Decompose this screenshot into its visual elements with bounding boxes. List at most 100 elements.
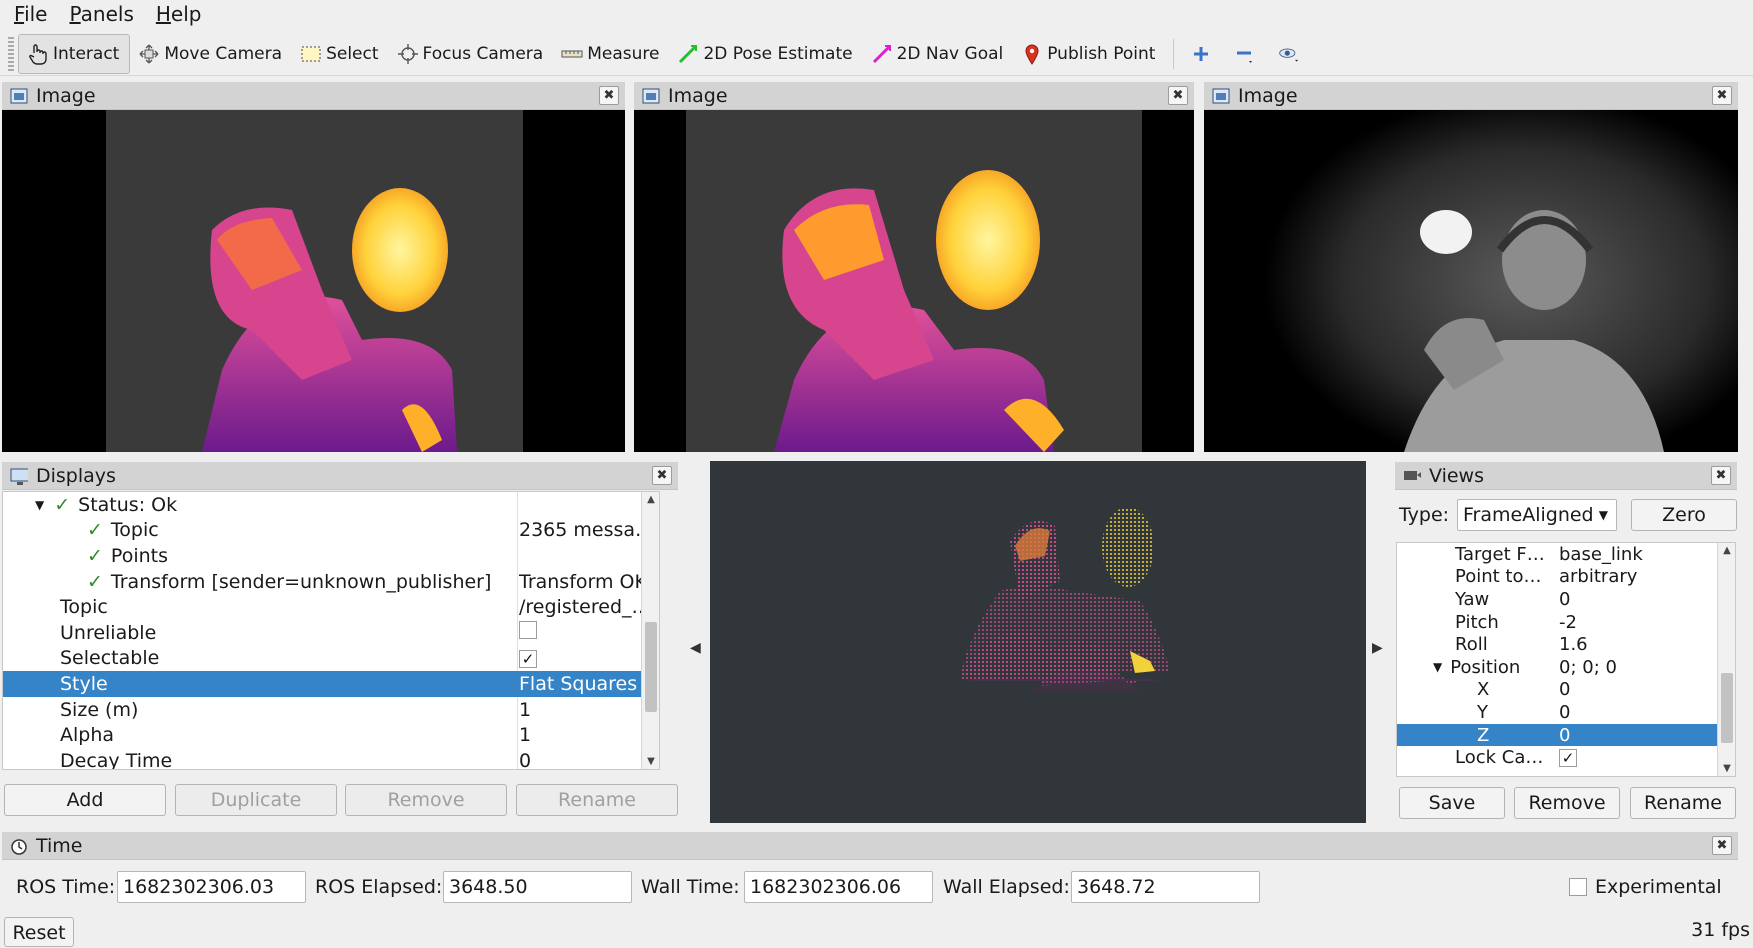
- move-camera-tool-button[interactable]: Move Camera: [130, 34, 292, 74]
- ros-elapsed-field[interactable]: 3648.50: [443, 871, 632, 903]
- measure-label: Measure: [587, 43, 660, 64]
- experimental-checkbox[interactable]: [1569, 878, 1587, 896]
- zero-button[interactable]: Zero: [1631, 499, 1737, 531]
- row-name: Transform [sender=unknown_publisher]: [110, 570, 492, 593]
- point-towards-value[interactable]: arbitrary: [1559, 566, 1714, 587]
- panels-visibility-button[interactable]: [1270, 34, 1314, 74]
- scroll-up-icon[interactable]: ▲: [1721, 545, 1733, 556]
- position-y-value[interactable]: 0: [1559, 702, 1714, 723]
- tree-row[interactable]: Decay Time 0: [3, 748, 659, 769]
- tree-row[interactable]: ▼ Position 0; 0; 0: [1397, 656, 1735, 679]
- tree-row[interactable]: Topic /registered_…: [3, 594, 659, 620]
- menu-panels[interactable]: Panels: [55, 2, 141, 26]
- nav-goal-tool-button[interactable]: 2D Nav Goal: [863, 34, 1014, 74]
- tree-row[interactable]: Y0: [1397, 701, 1735, 724]
- tree-row[interactable]: Size (m) 1: [3, 697, 659, 723]
- close-icon[interactable]: ✖: [599, 86, 619, 105]
- position-value[interactable]: 0; 0; 0: [1559, 657, 1714, 678]
- pose-estimate-tool-button[interactable]: 2D Pose Estimate: [669, 34, 862, 74]
- tree-row[interactable]: Target F… base_link: [1397, 543, 1735, 566]
- pitch-value[interactable]: -2: [1559, 612, 1714, 633]
- collapse-left-arrow-icon[interactable]: ◀: [690, 640, 701, 656]
- wall-elapsed-label: Wall Elapsed:: [943, 876, 1070, 898]
- selectable-checkbox[interactable]: ✓: [519, 650, 537, 669]
- tree-row[interactable]: X0: [1397, 679, 1735, 702]
- close-icon[interactable]: ✖: [1712, 86, 1732, 105]
- expand-arrow-icon[interactable]: ▼: [35, 498, 44, 512]
- views-tree[interactable]: Target F… base_link Point to… arbitrary Ya…: [1396, 542, 1736, 777]
- tree-row[interactable]: ✓ Transform [sender=unknown_publisher] Tr…: [3, 569, 659, 595]
- unreliable-checkbox[interactable]: [519, 621, 537, 640]
- camera-image-3[interactable]: [1204, 110, 1738, 452]
- add-tool-button[interactable]: [1182, 34, 1226, 74]
- menu-help[interactable]: Help: [142, 2, 210, 26]
- size-value[interactable]: 1: [519, 699, 659, 721]
- duplicate-display-button[interactable]: Duplicate: [175, 784, 337, 816]
- publish-point-tool-button[interactable]: Publish Point: [1013, 34, 1165, 74]
- tree-row[interactable]: Yaw 0: [1397, 588, 1735, 611]
- tree-row[interactable]: Pitch -2: [1397, 611, 1735, 634]
- save-view-button[interactable]: Save: [1399, 787, 1505, 819]
- rename-display-button[interactable]: Rename: [516, 784, 678, 816]
- remove-tool-button[interactable]: [1226, 34, 1270, 74]
- view-type-select[interactable]: FrameAligned ▼: [1457, 499, 1617, 531]
- collapse-right-arrow-icon[interactable]: ▶: [1372, 640, 1383, 656]
- remove-view-button[interactable]: Remove: [1514, 787, 1620, 819]
- rename-view-button[interactable]: Rename: [1630, 787, 1736, 819]
- focus-camera-tool-button[interactable]: Focus Camera: [389, 34, 554, 74]
- map-pin-icon: [1021, 43, 1043, 65]
- tree-row[interactable]: ▼ ✓ Status: Ok: [3, 492, 659, 518]
- thermal-image-2[interactable]: [634, 110, 1194, 452]
- alpha-value[interactable]: 1: [519, 724, 659, 746]
- tree-row[interactable]: Lock Ca… ✓: [1397, 746, 1735, 769]
- topic-value[interactable]: /registered_…: [519, 596, 659, 618]
- target-frame-value[interactable]: base_link: [1559, 544, 1714, 565]
- tree-row-selected[interactable]: Z0: [1397, 723, 1735, 747]
- tree-row[interactable]: Unreliable: [3, 620, 659, 646]
- expand-arrow-icon[interactable]: ▼: [1433, 660, 1442, 674]
- position-x-value[interactable]: 0: [1559, 679, 1714, 700]
- tree-row[interactable]: ✓ Points: [3, 543, 659, 569]
- select-tool-button[interactable]: Select: [292, 34, 388, 74]
- close-icon[interactable]: ✖: [1711, 466, 1731, 485]
- remove-display-button[interactable]: Remove: [345, 784, 507, 816]
- roll-value[interactable]: 1.6: [1559, 634, 1714, 655]
- scroll-down-icon[interactable]: ▼: [645, 756, 657, 767]
- displays-tree[interactable]: ▼ ✓ Status: Ok ✓ Topic 2365 messa… ✓ Points …: [2, 491, 660, 770]
- scroll-down-icon[interactable]: ▼: [1721, 763, 1733, 774]
- image-panel-3-header: Image ✖: [1204, 82, 1738, 110]
- image-panel-1-title: Image: [36, 84, 96, 107]
- tree-row-selected[interactable]: Style Flat Squares: [3, 671, 659, 697]
- lock-camera-checkbox[interactable]: ✓: [1559, 749, 1577, 768]
- displays-scrollbar[interactable]: ▲ ▼: [641, 492, 659, 769]
- 3d-render-view[interactable]: [710, 461, 1366, 823]
- ros-time-field[interactable]: 1682302306.03: [117, 871, 306, 903]
- tree-row[interactable]: Roll 1.6: [1397, 633, 1735, 656]
- scroll-thumb[interactable]: [645, 622, 657, 712]
- style-value[interactable]: Flat Squares: [519, 673, 659, 695]
- yaw-value[interactable]: 0: [1559, 589, 1714, 610]
- thermal-image-1[interactable]: [2, 110, 625, 452]
- focus-camera-icon: [397, 43, 419, 65]
- interact-tool-button[interactable]: Interact: [18, 33, 131, 74]
- scroll-thumb[interactable]: [1721, 673, 1733, 743]
- tree-row[interactable]: Point to… arbitrary: [1397, 566, 1735, 589]
- measure-tool-button[interactable]: Measure: [553, 34, 669, 74]
- toolbar-grip[interactable]: [8, 36, 14, 71]
- tree-row[interactable]: ✓ Topic 2365 messa…: [3, 518, 659, 544]
- close-icon[interactable]: ✖: [1712, 836, 1732, 855]
- reset-button[interactable]: Reset: [4, 917, 74, 947]
- wall-time-field[interactable]: 1682302306.06: [744, 871, 933, 903]
- tree-row[interactable]: Selectable ✓: [3, 646, 659, 672]
- image-icon: [10, 88, 28, 104]
- views-scrollbar[interactable]: ▲ ▼: [1717, 543, 1735, 776]
- menu-file[interactable]: File: [0, 2, 55, 26]
- wall-elapsed-field[interactable]: 3648.72: [1071, 871, 1260, 903]
- tree-row[interactable]: Alpha 1: [3, 722, 659, 748]
- close-icon[interactable]: ✖: [652, 466, 672, 485]
- position-z-value[interactable]: 0: [1559, 725, 1714, 746]
- decay-time-value[interactable]: 0: [519, 750, 659, 769]
- add-display-button[interactable]: Add: [4, 784, 166, 816]
- scroll-up-icon[interactable]: ▲: [645, 494, 657, 505]
- close-icon[interactable]: ✖: [1168, 86, 1188, 105]
